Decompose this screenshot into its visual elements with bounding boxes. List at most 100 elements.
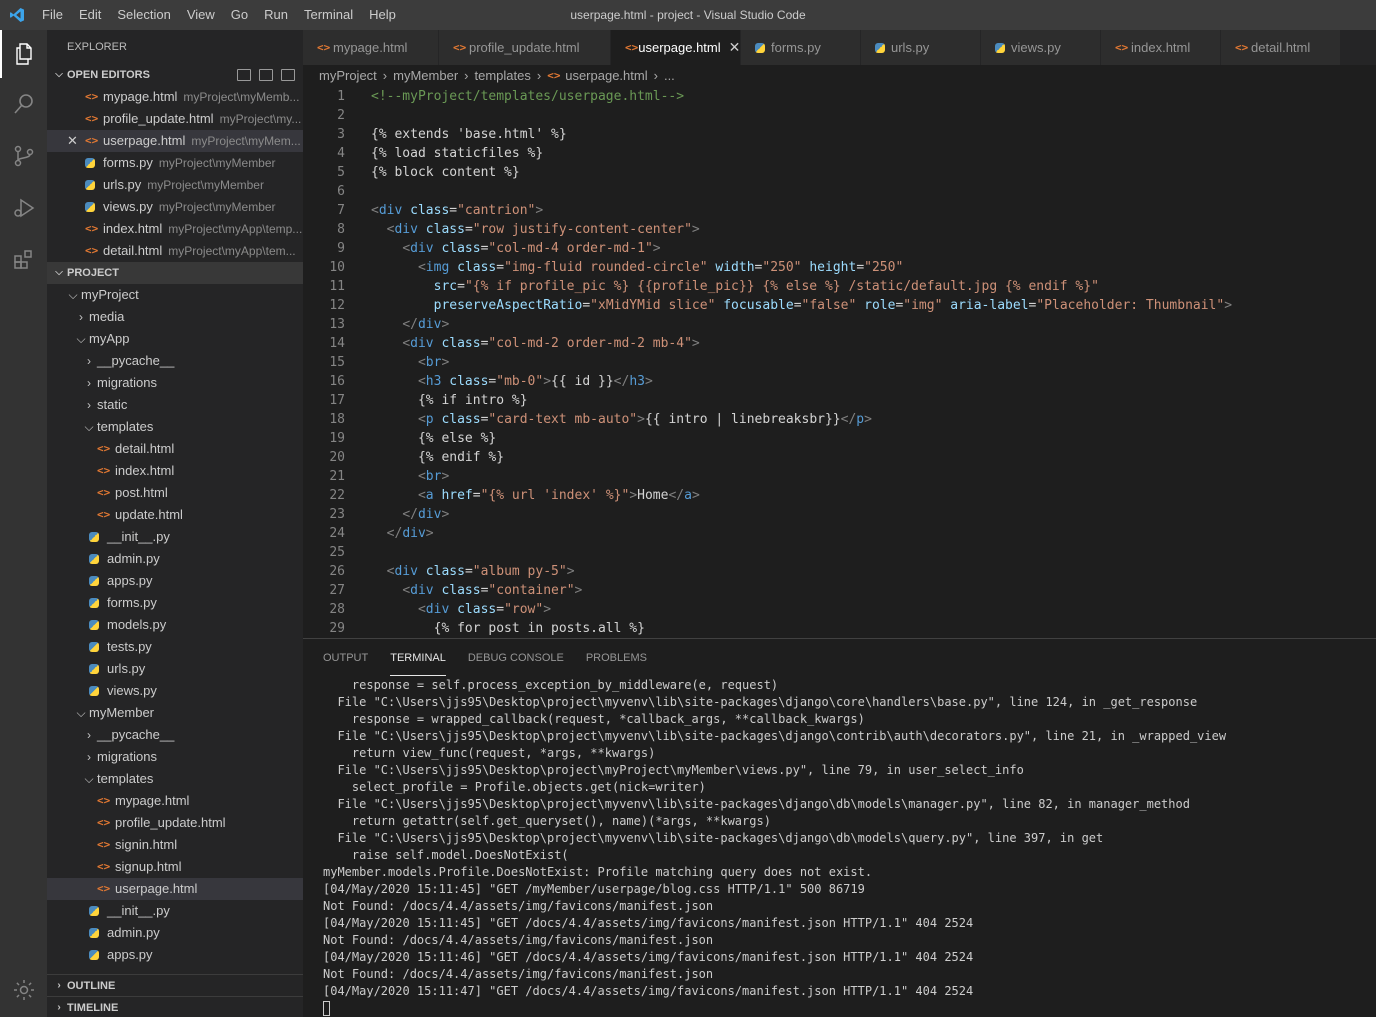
menu-edit[interactable]: Edit — [71, 0, 109, 30]
file-item[interactable]: <> mypage.html — [47, 790, 303, 812]
tree-item-label: tests.py — [107, 639, 152, 654]
run-debug-icon[interactable] — [0, 184, 47, 232]
tab-userpage-html[interactable]: <> userpage.html ✕ — [611, 30, 741, 65]
file-item[interactable]: admin.py — [47, 548, 303, 570]
outline-header[interactable]: › OUTLINE — [47, 974, 303, 996]
file-item[interactable]: <> signup.html — [47, 856, 303, 878]
file-item[interactable]: __init__.py — [47, 900, 303, 922]
project-header[interactable]: ⌵ PROJECT — [47, 262, 303, 284]
code-line: 10 <img class="img-fluid rounded-circle"… — [303, 258, 1376, 277]
tree-item-label: update.html — [115, 507, 183, 522]
folder-item[interactable]: › __pycache__ — [47, 724, 303, 746]
code-editor[interactable]: 1 <!--myProject/templates/userpage.html--… — [303, 87, 1376, 638]
open-editors-header[interactable]: ⌵ OPEN EDITORS — [47, 64, 303, 86]
terminal-prompt[interactable] — [323, 1000, 1376, 1017]
menu-file[interactable]: File — [34, 0, 71, 30]
tab-views-py[interactable]: views.py — [981, 30, 1101, 65]
terminal-line: return view_func(request, *args, **kwarg… — [323, 746, 656, 760]
breadcrumb-item[interactable]: myProject — [319, 65, 377, 87]
line-number: 24 — [329, 526, 345, 541]
python-file-icon — [89, 950, 107, 960]
panel-tab-problems[interactable]: PROBLEMS — [586, 641, 647, 675]
code-line: 8 <div class="row justify-content-center… — [303, 220, 1376, 239]
open-editor-item[interactable]: <> mypage.html myProject\myMemb... — [47, 86, 303, 108]
open-editor-item[interactable]: forms.py myProject\myMember — [47, 152, 303, 174]
breadcrumb-item[interactable]: ... — [664, 65, 675, 87]
open-editor-item[interactable]: <> detail.html myProject\myApp\tem... — [47, 240, 303, 262]
breadcrumb-item[interactable]: myMember — [393, 65, 458, 87]
file-item[interactable]: <> post.html — [47, 482, 303, 504]
folder-item[interactable]: ⌵ myMember — [47, 702, 303, 724]
tree-item-label: userpage.html — [115, 881, 198, 896]
open-editor-item[interactable]: <> index.html myProject\myApp\temp... — [47, 218, 303, 240]
chevron-right-icon: › — [653, 68, 658, 83]
file-item[interactable]: __init__.py — [47, 526, 303, 548]
breadcrumb-item[interactable]: userpage.html — [565, 65, 647, 87]
panel-tab-output[interactable]: OUTPUT — [323, 641, 368, 675]
folder-item[interactable]: › __pycache__ — [47, 350, 303, 372]
menu-help[interactable]: Help — [361, 0, 404, 30]
open-editor-item[interactable]: ✕ <> userpage.html myProject\myMem... — [47, 130, 303, 152]
gear-icon[interactable] — [0, 966, 47, 1014]
python-file-icon — [89, 620, 107, 630]
terminal-line: [04/May/2020 15:11:47] "GET /docs/4.4/as… — [323, 984, 974, 998]
tree-item-label: forms.py — [107, 595, 157, 610]
new-untitled-file-icon[interactable] — [237, 69, 251, 81]
save-all-icon[interactable] — [259, 69, 273, 81]
tab-profile_update-html[interactable]: <> profile_update.html — [439, 30, 611, 65]
file-item[interactable]: views.py — [47, 680, 303, 702]
file-item[interactable]: forms.py — [47, 592, 303, 614]
file-item[interactable]: urls.py — [47, 658, 303, 680]
folder-item[interactable]: › migrations — [47, 746, 303, 768]
panel-tab-debug-console[interactable]: DEBUG CONSOLE — [468, 641, 564, 675]
open-editor-item[interactable]: <> profile_update.html myProject\my... — [47, 108, 303, 130]
file-item[interactable]: <> userpage.html — [47, 878, 303, 900]
file-item[interactable]: <> signin.html — [47, 834, 303, 856]
tree-item-label: myApp — [89, 331, 130, 346]
file-item[interactable]: <> profile_update.html — [47, 812, 303, 834]
file-item[interactable]: <> detail.html — [47, 438, 303, 460]
terminal-line: [04/May/2020 15:11:45] "GET /docs/4.4/as… — [323, 916, 974, 930]
open-editor-item[interactable]: urls.py myProject\myMember — [47, 174, 303, 196]
file-item[interactable]: tests.py — [47, 636, 303, 658]
timeline-header[interactable]: › TIMELINE — [47, 996, 303, 1017]
file-item[interactable]: apps.py — [47, 944, 303, 963]
folder-item[interactable]: ⌵ templates — [47, 768, 303, 790]
file-item[interactable]: models.py — [47, 614, 303, 636]
search-icon[interactable] — [0, 80, 47, 128]
file-item[interactable]: <> index.html — [47, 460, 303, 482]
close-icon[interactable]: ✕ — [729, 30, 741, 65]
close-icon[interactable]: ✕ — [67, 130, 78, 152]
source-control-icon[interactable] — [0, 132, 47, 180]
tab-index-html[interactable]: <> index.html — [1101, 30, 1221, 65]
menu-run[interactable]: Run — [256, 0, 296, 30]
files-icon[interactable] — [0, 30, 47, 78]
extensions-icon[interactable] — [0, 236, 47, 284]
folder-item[interactable]: ⌵ myProject — [47, 284, 303, 306]
folder-item[interactable]: › static — [47, 394, 303, 416]
file-item[interactable]: apps.py — [47, 570, 303, 592]
tab-mypage-html[interactable]: <> mypage.html — [303, 30, 439, 65]
panel-tab-terminal[interactable]: TERMINAL — [390, 641, 446, 676]
close-all-icon[interactable] — [281, 69, 295, 81]
folder-item[interactable]: ⌵ templates — [47, 416, 303, 438]
code-text: <img class="img-fluid rounded-circle" wi… — [417, 260, 904, 275]
folder-item[interactable]: › media — [47, 306, 303, 328]
folder-item[interactable]: › migrations — [47, 372, 303, 394]
folder-item[interactable]: ⌵ myApp — [47, 328, 303, 350]
menu-view[interactable]: View — [179, 0, 223, 30]
file-item[interactable]: admin.py — [47, 922, 303, 944]
terminal-output[interactable]: response = self.process_exception_by_mid… — [303, 677, 1376, 1017]
tree-item-label: __init__.py — [107, 903, 170, 918]
file-item[interactable]: <> update.html — [47, 504, 303, 526]
tab-detail-html[interactable]: <> detail.html — [1221, 30, 1341, 65]
breadcrumb-item[interactable]: templates — [475, 65, 531, 87]
code-line: 7 <div class="cantrion"> — [303, 201, 1376, 220]
html-file-icon: <> — [85, 112, 99, 125]
menu-selection[interactable]: Selection — [109, 0, 178, 30]
menu-go[interactable]: Go — [223, 0, 256, 30]
tab-urls-py[interactable]: urls.py — [861, 30, 981, 65]
tab-forms-py[interactable]: forms.py — [741, 30, 861, 65]
open-editor-item[interactable]: views.py myProject\myMember — [47, 196, 303, 218]
menu-terminal[interactable]: Terminal — [296, 0, 361, 30]
